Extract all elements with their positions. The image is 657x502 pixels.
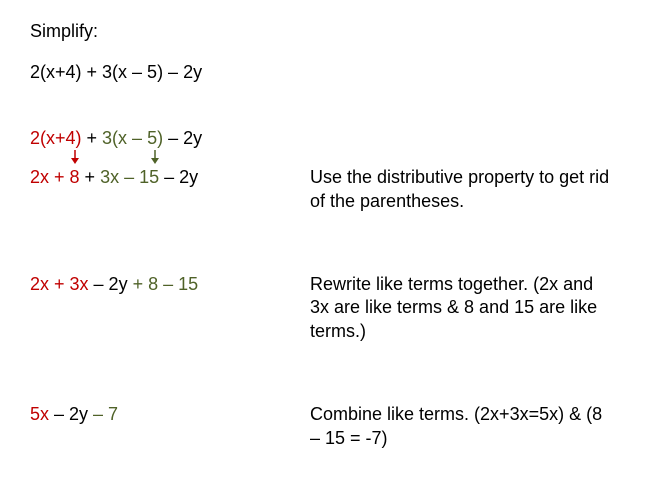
step2-row: 2x + 3x – 2y + 8 – 15 Rewrite like terms… — [30, 273, 627, 343]
step1-part-green: 3(x – 5) — [102, 128, 163, 148]
step1-part-red: 2(x+4) — [30, 128, 82, 148]
step1b-tail: – 2y — [159, 167, 198, 187]
title: Simplify: — [30, 20, 627, 43]
step1b-green: 3x – 15 — [100, 167, 159, 187]
step2-mid: – 2y — [89, 274, 133, 294]
step3-mid: – 2y — [49, 404, 93, 424]
worksheet: Simplify: 2(x+4) + 3(x – 5) – 2y 2(x+4) … — [0, 0, 657, 470]
step2-description: Rewrite like terms together. (2x and 3x … — [310, 273, 627, 343]
step2-red: 2x + 3x — [30, 274, 89, 294]
step1b-expression: 2x + 8 + 3x – 15 – 2y — [30, 166, 310, 189]
step2-green: + 8 – 15 — [133, 274, 199, 294]
down-arrow-icon — [70, 150, 80, 164]
step3-green: – 7 — [93, 404, 118, 424]
step1-tail: – 2y — [163, 128, 202, 148]
step1b-red: 2x + 8 — [30, 167, 80, 187]
step3-red: 5x — [30, 404, 49, 424]
step2-expression: 2x + 3x – 2y + 8 – 15 — [30, 273, 310, 296]
step1-expression: 2(x+4) + 3(x – 5) – 2y — [30, 127, 627, 150]
step3-row: 5x – 2y – 7 Combine like terms. (2x+3x=5… — [30, 403, 627, 450]
arrow-row — [30, 150, 627, 166]
step1b-row: 2x + 8 + 3x – 15 – 2y Use the distributi… — [30, 166, 627, 213]
down-arrow-icon — [150, 150, 160, 164]
step1-description: Use the distributive property to get rid… — [310, 166, 627, 213]
step1b-plus: + — [80, 167, 101, 187]
problem-expression: 2(x+4) + 3(x – 5) – 2y — [30, 61, 627, 84]
step3-description: Combine like terms. (2x+3x=5x) & (8 – 15… — [310, 403, 627, 450]
step3-expression: 5x – 2y – 7 — [30, 403, 310, 426]
step1-plus: + — [82, 128, 103, 148]
